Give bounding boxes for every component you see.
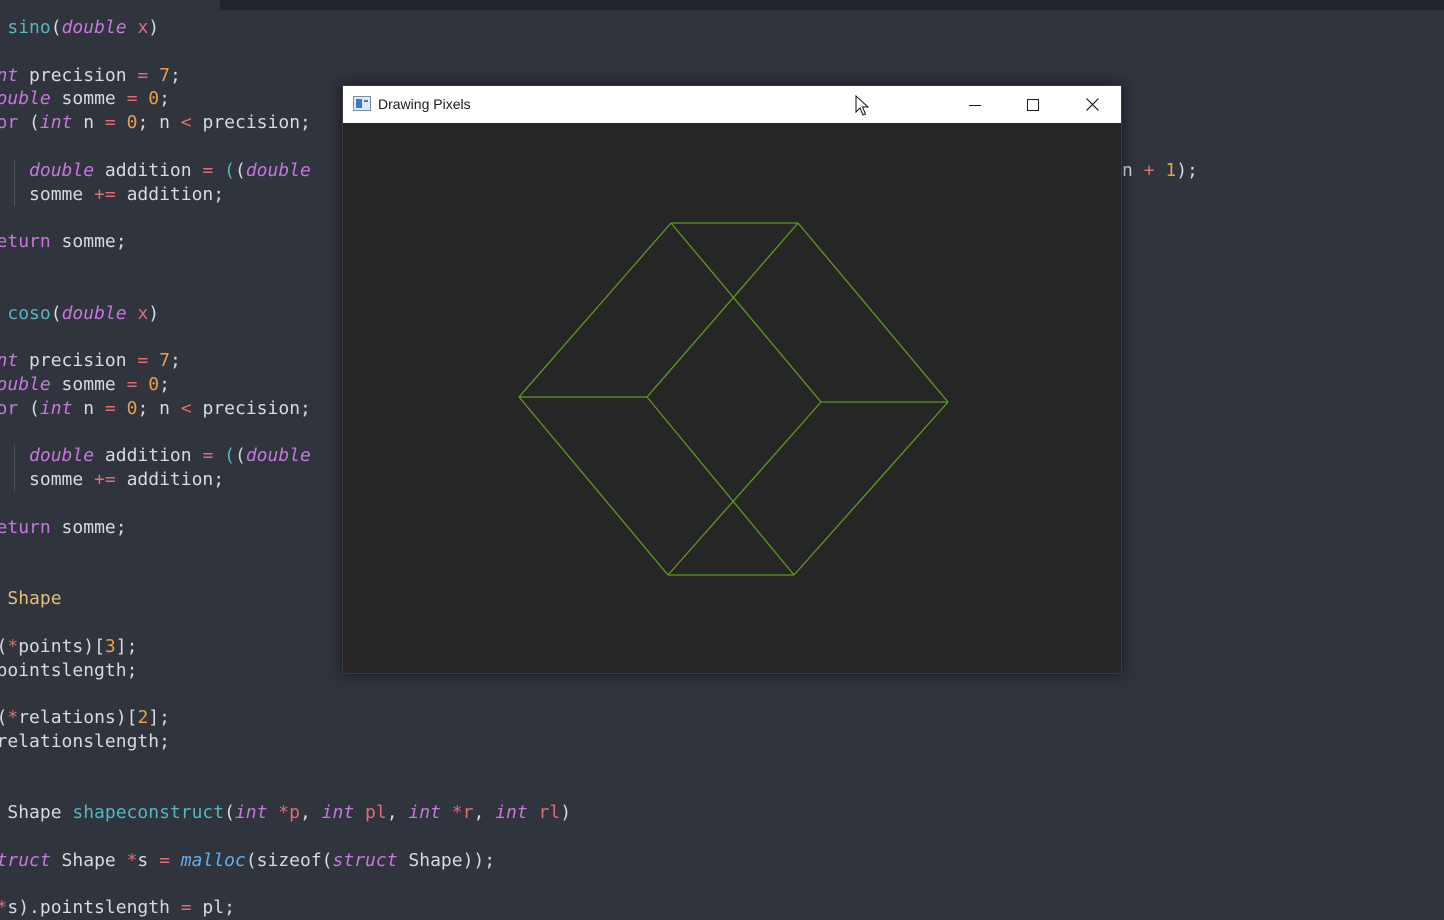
maximize-icon (1027, 98, 1039, 111)
shape-edge (797, 222, 949, 403)
app-window-icon (353, 96, 371, 111)
shape-edge (667, 401, 822, 576)
shape-edge (646, 396, 795, 576)
code-overflow-fragment: n + 1); (1122, 159, 1198, 181)
shape-edge (670, 222, 822, 403)
mouse-cursor-icon (855, 95, 869, 116)
code-line[interactable]: ​ (0, 682, 1444, 706)
code-line[interactable]: ​ (0, 825, 1444, 849)
code-line[interactable]: ​ (0, 778, 1444, 802)
shape-edge (646, 222, 799, 398)
wireframe-shape (518, 222, 949, 576)
shape-edge (793, 401, 949, 576)
code-line[interactable]: ​ (0, 754, 1444, 778)
code-line[interactable]: nt relationslength; (0, 730, 1444, 754)
maximize-button[interactable] (1004, 86, 1062, 123)
shape-edge (518, 222, 672, 398)
window-title: Drawing Pixels (378, 96, 471, 112)
code-line[interactable]: nt (*relations)[2]; (0, 706, 1444, 730)
indent-guide (14, 444, 15, 492)
close-button[interactable] (1063, 86, 1121, 123)
code-line[interactable]: ​ (0, 873, 1444, 897)
minimize-icon (969, 104, 981, 106)
drawing-canvas (343, 123, 1121, 673)
code-line[interactable]: (*s).pointslength = pl; (0, 896, 1444, 920)
editor-tab-strip[interactable] (220, 0, 1444, 10)
indent-guide (14, 158, 15, 207)
code-line[interactable]: int precision = 7; (0, 64, 1444, 88)
code-line[interactable]: ble sino(double x) (0, 16, 1444, 40)
editor-tab-bar (0, 0, 1444, 10)
code-line[interactable]: ​ (0, 40, 1444, 64)
shape-edge (518, 396, 669, 576)
window-titlebar[interactable]: Drawing Pixels (343, 86, 1121, 123)
minimize-button[interactable] (946, 86, 1004, 123)
code-line[interactable]: uct Shape shapeconstruct(int *p, int pl,… (0, 801, 1444, 825)
close-icon (1085, 98, 1099, 111)
code-line[interactable]: struct Shape *s = malloc(sizeof(struct S… (0, 849, 1444, 873)
drawing-window[interactable]: Drawing Pixels (342, 85, 1122, 674)
